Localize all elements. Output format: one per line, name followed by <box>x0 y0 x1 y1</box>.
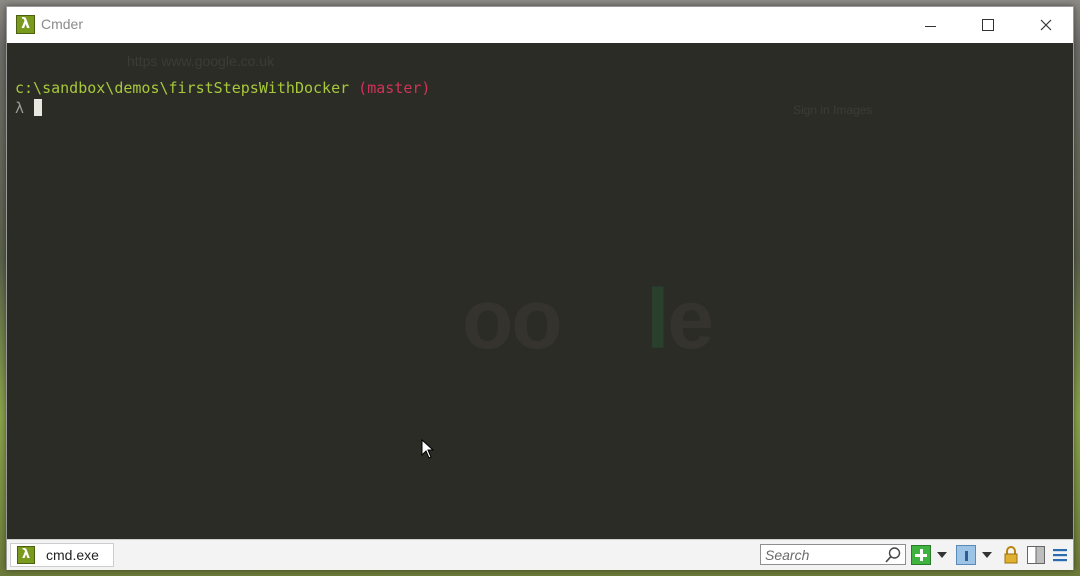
split-view-icon[interactable] <box>1026 545 1046 565</box>
cmder-lambda-icon: λ <box>17 546 35 564</box>
console-tab[interactable]: λ cmd.exe <box>10 543 114 567</box>
menu-icon[interactable] <box>1050 545 1070 565</box>
cmder-lambda-icon: λ <box>16 15 35 34</box>
maximize-button[interactable] <box>959 7 1017 43</box>
status-bar: λ cmd.exe <box>7 539 1073 570</box>
terminal-area[interactable]: https www.google.co.uk Sign in Images oo… <box>7 43 1073 539</box>
window-title: Cmder <box>41 16 84 32</box>
prompt-lambda: λ <box>15 99 25 117</box>
cmder-window: λ Cmder https www.google.co.uk Sign in I… <box>6 6 1074 570</box>
ghost-logo-part-l: l <box>645 272 669 366</box>
ghost-browser-links: Sign in Images <box>793 103 873 117</box>
lock-icon[interactable] <box>1001 545 1021 565</box>
search-icon[interactable] <box>884 546 902 564</box>
close-icon <box>1040 19 1052 31</box>
search-box[interactable] <box>760 544 906 565</box>
tab-label: cmd.exe <box>46 547 99 563</box>
ghost-logo-part-b: e <box>667 272 714 366</box>
ghost-browser-logo: oo le <box>462 271 714 368</box>
new-console-dropdown-icon[interactable] <box>937 552 947 558</box>
console-info-dropdown-icon[interactable] <box>982 552 992 558</box>
mouse-pointer-icon <box>421 439 435 459</box>
maximize-icon <box>982 19 994 31</box>
title-bar[interactable]: λ Cmder <box>7 7 1073 43</box>
new-console-button[interactable] <box>911 545 931 565</box>
search-input[interactable] <box>765 546 879 563</box>
console-info-button[interactable] <box>956 545 976 565</box>
prompt-input-line[interactable]: λ <box>15 99 43 117</box>
close-button[interactable] <box>1017 7 1075 43</box>
minimize-button[interactable] <box>901 7 959 43</box>
prompt-path-line: c:\sandbox\demos\firstStepsWithDocker (m… <box>15 79 430 97</box>
prompt-path: c:\sandbox\demos\firstStepsWithDocker <box>15 79 350 97</box>
ghost-logo-part-a: oo <box>462 272 563 366</box>
git-branch: (master) <box>358 79 431 97</box>
minimize-icon <box>924 25 936 27</box>
text-cursor <box>34 99 43 116</box>
ghost-browser-url: https www.google.co.uk <box>127 53 275 69</box>
